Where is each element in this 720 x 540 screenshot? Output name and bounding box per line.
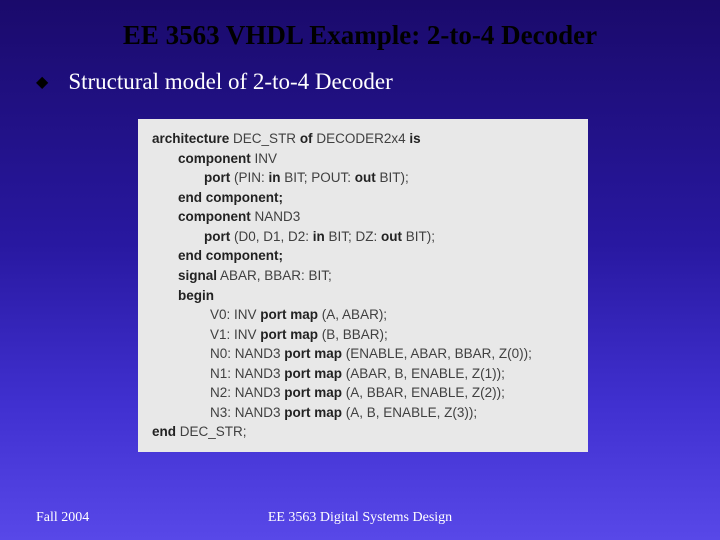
footer-center: EE 3563 Digital Systems Design (0, 510, 720, 526)
code-line: component NAND3 (178, 207, 574, 227)
bullet-row: ◆ Structural model of 2-to-4 Decoder (0, 69, 720, 95)
code-line: end component; (178, 246, 574, 266)
slide-title: EE 3563 VHDL Example: 2-to-4 Decoder (0, 0, 720, 69)
code-line: component INV (178, 149, 574, 169)
code-line: N0: NAND3 port map (ENABLE, ABAR, BBAR, … (210, 344, 574, 364)
code-line: begin (178, 286, 574, 306)
code-line: N2: NAND3 port map (A, BBAR, ENABLE, Z(2… (210, 383, 574, 403)
bullet-text: Structural model of 2-to-4 Decoder (68, 69, 392, 95)
code-line: end DEC_STR; (152, 422, 574, 442)
code-line: end component; (178, 188, 574, 208)
code-line: N1: NAND3 port map (ABAR, B, ENABLE, Z(1… (210, 364, 574, 384)
code-line: port (D0, D1, D2: in BIT; DZ: out BIT); (204, 227, 574, 247)
code-line: V1: INV port map (B, BBAR); (210, 325, 574, 345)
diamond-bullet-icon: ◆ (36, 72, 48, 92)
code-line: N3: NAND3 port map (A, B, ENABLE, Z(3)); (210, 403, 574, 423)
code-block: architecture DEC_STR of DECODER2x4 is co… (138, 119, 588, 452)
code-line: port (PIN: in BIT; POUT: out BIT); (204, 168, 574, 188)
code-line: architecture DEC_STR of DECODER2x4 is (152, 129, 574, 149)
code-line: signal ABAR, BBAR: BIT; (178, 266, 574, 286)
code-line: V0: INV port map (A, ABAR); (210, 305, 574, 325)
